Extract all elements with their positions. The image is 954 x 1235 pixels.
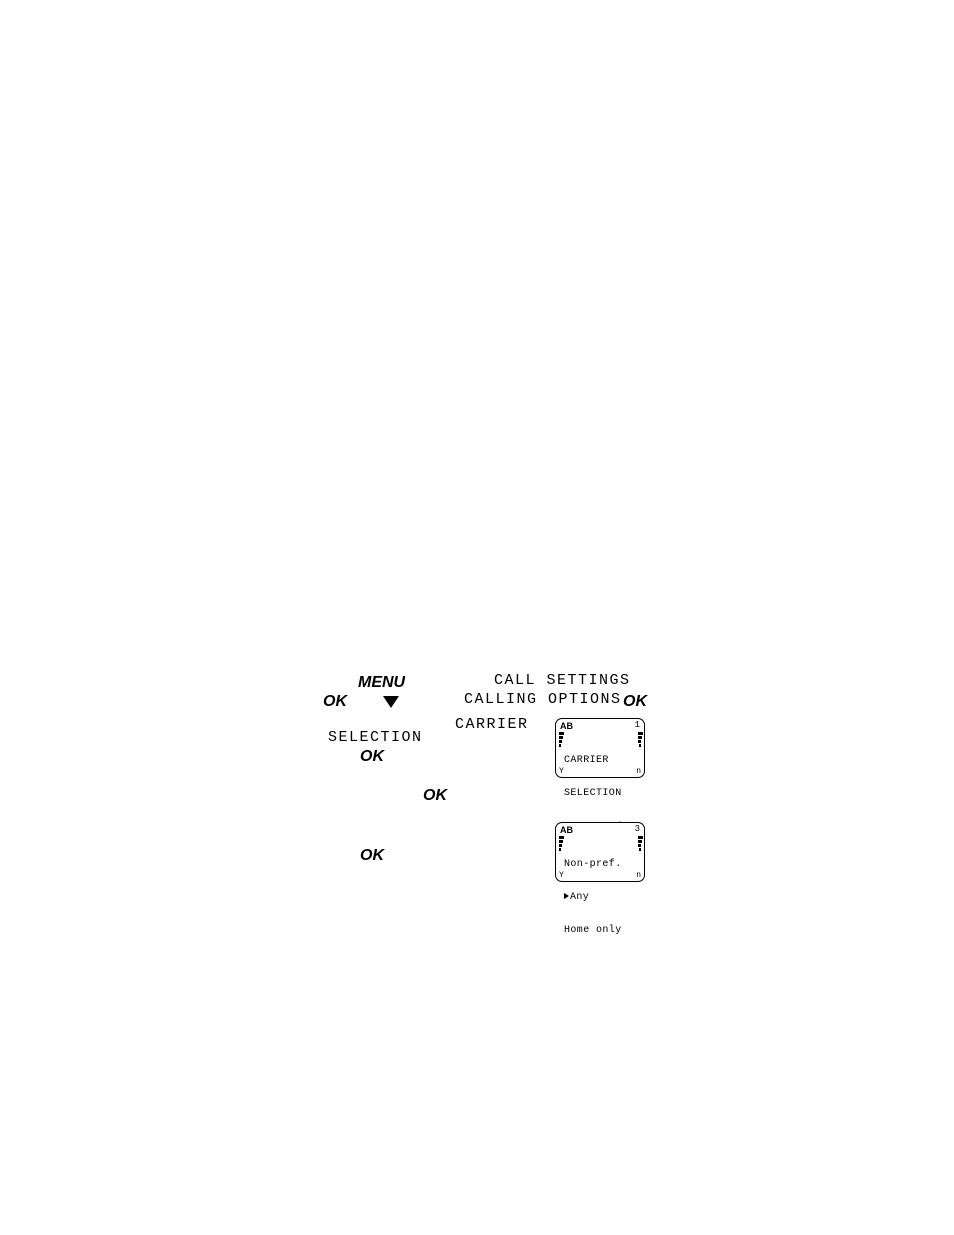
lcd2-line2: Any xyxy=(570,892,589,903)
menu-label: MENU xyxy=(358,674,405,692)
calling-options-label: CALLING OPTIONS xyxy=(464,691,622,708)
lcd2-no: n xyxy=(636,871,641,880)
lcd2-body: Non-pref. Any Home only xyxy=(564,837,636,875)
lcd1-no: n xyxy=(636,767,641,776)
lcd2-index: 3 xyxy=(635,824,640,834)
ok-label-2: OK xyxy=(623,693,647,711)
carrier-label: CARRIER xyxy=(455,716,529,733)
lcd2-yes: Y xyxy=(559,871,564,880)
signal-left-icon xyxy=(559,732,562,747)
signal-right-icon xyxy=(638,836,641,851)
lcd-screen-carrier: AB 1 CARRIER SELECTION Any Y n xyxy=(555,718,645,778)
ok-label-4: OK xyxy=(423,787,447,805)
lcd1-ab: AB xyxy=(560,721,573,731)
lcd2-line2-row: Any xyxy=(564,892,636,903)
lcd-screen-options: AB 3 Non-pref. Any Home only Y n xyxy=(555,822,645,882)
lcd1-line2: SELECTION xyxy=(564,788,636,799)
lcd1-line1: CARRIER xyxy=(564,755,636,766)
cursor-icon xyxy=(564,893,569,899)
ok-label-1: OK xyxy=(323,693,347,711)
ok-label-5: OK xyxy=(360,847,384,865)
signal-right-icon xyxy=(638,732,641,747)
down-arrow-icon xyxy=(383,696,399,708)
lcd1-body: CARRIER SELECTION Any xyxy=(564,733,636,771)
lcd2-line1: Non-pref. xyxy=(564,859,636,870)
lcd2-line3: Home only xyxy=(564,925,636,936)
call-settings-label: CALL SETTINGS xyxy=(494,672,631,689)
signal-left-icon xyxy=(559,836,562,851)
lcd1-yes: Y xyxy=(559,767,564,776)
lcd1-index: 1 xyxy=(635,720,640,730)
ok-label-3: OK xyxy=(360,748,384,766)
selection-label: SELECTION xyxy=(328,729,423,746)
lcd2-ab: AB xyxy=(560,825,573,835)
